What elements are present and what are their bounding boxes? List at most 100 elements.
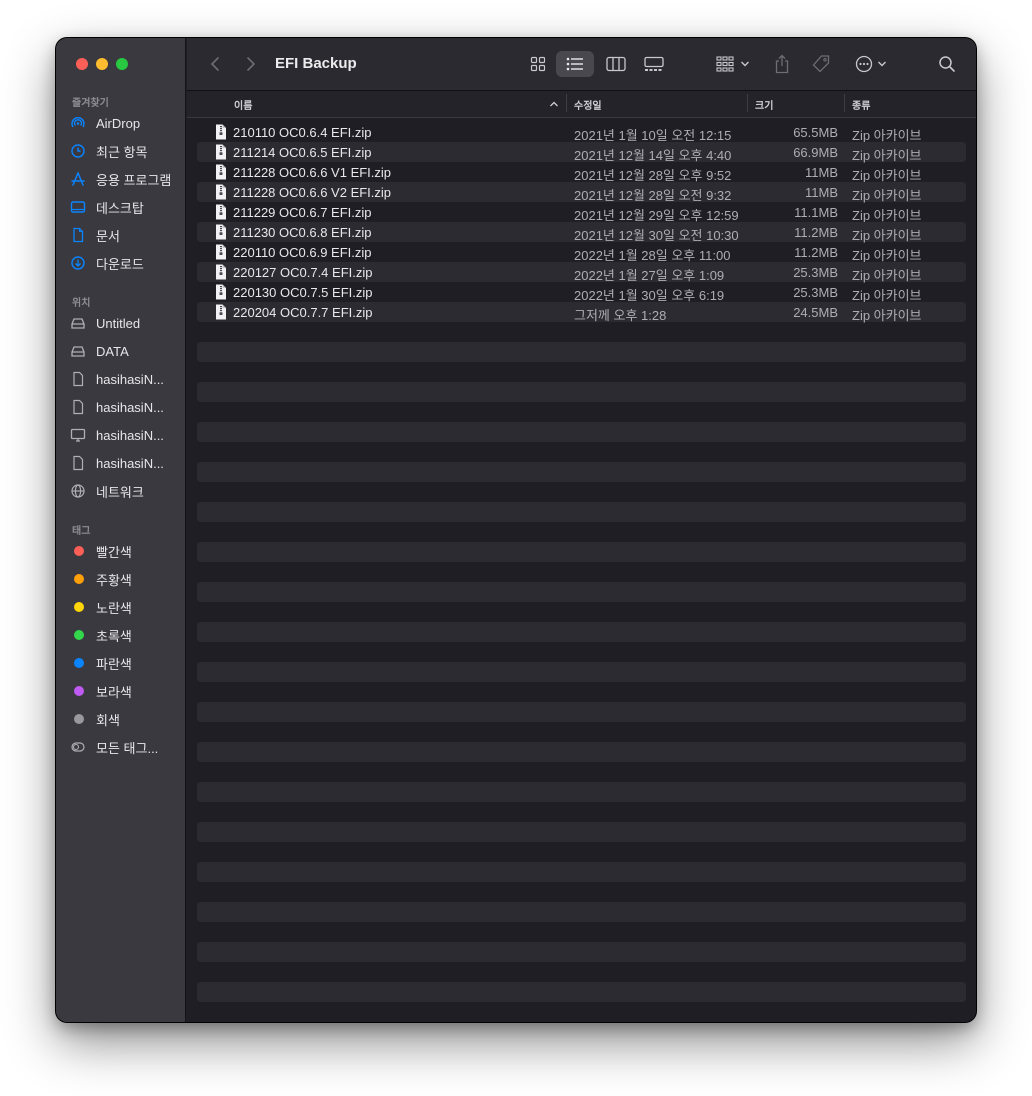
sidebar-section-tags: 태그 <box>72 526 91 537</box>
sidebar-item-label: hasihasiN... <box>96 371 164 387</box>
empty-stripe-row <box>197 782 966 802</box>
column-view-button[interactable] <box>603 52 629 76</box>
sidebar-tag-yellow[interactable]: 노란색 <box>70 596 180 618</box>
sidebar-tag-all[interactable]: 모든 태그... <box>70 736 180 758</box>
sidebar-tag-purple[interactable]: 보라색 <box>70 680 180 702</box>
empty-stripe-row <box>197 622 966 642</box>
sort-ascending-icon[interactable] <box>549 100 559 108</box>
zoom-window-button[interactable] <box>116 58 128 70</box>
chevron-right-icon <box>247 57 256 71</box>
file-row[interactable]: 211228 OC0.6.6 V2 EFI.zip 2021년 12월 28일 오… <box>197 182 966 203</box>
sidebar-tag-orange[interactable]: 주황색 <box>70 568 180 590</box>
empty-stripe-row <box>197 502 966 522</box>
file-name: 210110 OC0.6.4 EFI.zip <box>233 125 372 140</box>
sidebar-tag-label: 빨간색 <box>96 544 132 560</box>
sidebar-item-desktop[interactable]: 데스크탑 <box>70 196 180 218</box>
drive-icon <box>70 343 88 359</box>
file-row[interactable]: 211214 OC0.6.5 EFI.zip 2021년 12월 14일 오후 4… <box>197 142 966 163</box>
empty-stripe-row <box>197 862 966 882</box>
sidebar-item-recents[interactable]: 최근 항목 <box>70 140 180 162</box>
document-icon <box>70 227 88 243</box>
sidebar-item-hasihasi-4[interactable]: hasihasiN... <box>70 452 180 474</box>
sidebar-tag-blue[interactable]: 파란색 <box>70 652 180 674</box>
sidebar-item-label: DATA <box>96 343 129 359</box>
file-name: 211229 OC0.6.7 EFI.zip <box>233 205 372 220</box>
tag-color-dot <box>74 658 84 668</box>
file-size: 11.1MB <box>794 205 838 220</box>
sidebar-tag-label: 파란색 <box>96 656 132 672</box>
file-row[interactable]: 210110 OC0.6.4 EFI.zip 2021년 1월 10일 오전 12… <box>197 122 966 143</box>
empty-stripe-row <box>197 362 966 382</box>
column-header-kind[interactable]: 종류 <box>852 97 870 112</box>
file-size: 65.5MB <box>793 125 838 140</box>
column-header: 이름 수정일 크기 종류 <box>187 91 976 118</box>
empty-stripe-row <box>197 642 966 662</box>
tag-icon <box>812 55 830 73</box>
sidebar-section-favorites: 즐겨찾기 <box>72 98 109 109</box>
sidebar-item-data[interactable]: DATA <box>70 340 180 362</box>
tag-button[interactable] <box>809 52 833 76</box>
forward-button[interactable] <box>239 52 263 76</box>
file-name: 211230 OC0.6.8 EFI.zip <box>233 225 372 240</box>
column-divider[interactable] <box>747 94 748 112</box>
icon-view-button[interactable] <box>525 52 551 76</box>
share-button[interactable] <box>770 52 794 76</box>
minimize-window-button[interactable] <box>96 58 108 70</box>
more-actions-button[interactable] <box>851 52 891 76</box>
sidebar-tag-gray[interactable]: 회색 <box>70 708 180 730</box>
file-name: 211214 OC0.6.5 EFI.zip <box>233 145 372 160</box>
sidebar-item-documents[interactable]: 문서 <box>70 224 180 246</box>
sidebar-item-hasihasi-1[interactable]: hasihasiN... <box>70 368 180 390</box>
empty-stripe-row <box>197 762 966 782</box>
file-icon <box>70 455 88 471</box>
search-button[interactable] <box>935 52 959 76</box>
gallery-view-button[interactable] <box>640 52 668 76</box>
close-window-button[interactable] <box>76 58 88 70</box>
sidebar-item-hasihasi-2[interactable]: hasihasiN... <box>70 396 180 418</box>
empty-stripe-row <box>197 482 966 502</box>
file-row[interactable]: 211230 OC0.6.8 EFI.zip 2021년 12월 30일 오전 1… <box>197 222 966 243</box>
toolbar: EFI Backup <box>187 38 976 91</box>
sidebar-item-applications[interactable]: 응용 프로그램 <box>70 168 180 190</box>
file-size: 25.3MB <box>793 285 838 300</box>
list-view-button[interactable] <box>556 51 594 77</box>
sidebar-tag-label: 초록색 <box>96 628 132 644</box>
column-header-size[interactable]: 크기 <box>755 97 773 112</box>
column-header-date[interactable]: 수정일 <box>574 97 602 112</box>
empty-stripe-row <box>197 662 966 682</box>
sidebar-item-hasihasi-3[interactable]: hasihasiN... <box>70 424 180 446</box>
file-row[interactable]: 220110 OC0.6.9 EFI.zip 2022년 1월 28일 오후 11… <box>197 242 966 263</box>
file-size: 11.2MB <box>794 245 838 260</box>
sidebar-tag-label: 회색 <box>96 712 120 728</box>
file-row[interactable]: 220130 OC0.7.5 EFI.zip 2022년 1월 30일 오후 6:… <box>197 282 966 303</box>
columns-icon <box>606 56 626 72</box>
tag-color-dot <box>74 630 84 640</box>
back-button[interactable] <box>203 52 227 76</box>
sidebar-tag-label: 보라색 <box>96 684 132 700</box>
sidebar-item-airdrop[interactable]: AirDrop <box>70 112 180 134</box>
file-row[interactable]: 220127 OC0.7.4 EFI.zip 2022년 1월 27일 오후 1:… <box>197 262 966 283</box>
chevron-down-icon <box>741 61 749 67</box>
sidebar-item-label: 문서 <box>96 228 120 244</box>
chevron-down-icon <box>878 61 886 67</box>
column-header-name[interactable]: 이름 <box>234 97 252 112</box>
empty-stripe-row <box>197 902 966 922</box>
file-row[interactable]: 211229 OC0.6.7 EFI.zip 2021년 12월 29일 오후 1… <box>197 202 966 223</box>
sidebar-item-untitled[interactable]: Untitled <box>70 312 180 334</box>
sidebar-tag-green[interactable]: 초록색 <box>70 624 180 646</box>
group-by-button[interactable] <box>713 52 753 76</box>
empty-stripe-row <box>197 602 966 622</box>
sidebar-item-network[interactable]: 네트워크 <box>70 480 180 502</box>
file-name: 220127 OC0.7.4 EFI.zip <box>233 265 373 280</box>
sidebar-tag-red[interactable]: 빨간색 <box>70 540 180 562</box>
sidebar-item-downloads[interactable]: 다운로드 <box>70 252 180 274</box>
column-divider[interactable] <box>844 94 845 112</box>
window-title: EFI Backup <box>275 55 357 72</box>
file-size: 25.3MB <box>793 265 838 280</box>
tag-color-dot <box>74 686 84 696</box>
sidebar-item-label: hasihasiN... <box>96 455 164 471</box>
column-divider[interactable] <box>566 94 567 112</box>
file-row[interactable]: 211228 OC0.6.6 V1 EFI.zip 2021년 12월 28일 오… <box>197 162 966 183</box>
file-row[interactable]: 220204 OC0.7.7 EFI.zip 그저께 오후 1:28 24.5MB Z… <box>197 302 966 323</box>
empty-stripe-row <box>197 982 966 1002</box>
